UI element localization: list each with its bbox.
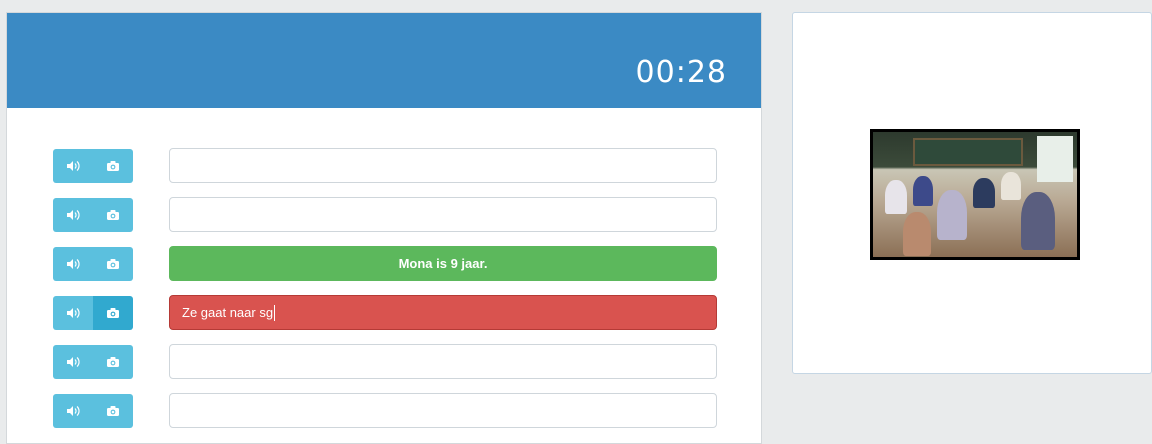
show-image-button[interactable] xyxy=(93,394,133,428)
answer-input[interactable] xyxy=(169,393,717,428)
photo-student xyxy=(903,212,931,256)
speaker-icon xyxy=(67,259,80,269)
speaker-icon xyxy=(67,406,80,416)
show-image-button[interactable] xyxy=(93,296,133,330)
countdown-timer: 00:28 xyxy=(635,55,727,90)
speaker-icon xyxy=(67,308,80,318)
show-image-button[interactable] xyxy=(93,198,133,232)
answer-input-wrong[interactable]: Ze gaat naar sg xyxy=(169,295,717,330)
answer-row xyxy=(7,197,761,233)
answer-text: Ze gaat naar sg xyxy=(182,305,274,320)
camera-icon xyxy=(107,259,119,269)
row-button-group xyxy=(53,247,133,281)
answer-row: Ze gaat naar sg xyxy=(7,295,761,331)
play-audio-button[interactable] xyxy=(53,247,93,281)
answer-input[interactable] xyxy=(169,344,717,379)
row-button-group xyxy=(53,394,133,428)
show-image-button[interactable] xyxy=(93,247,133,281)
row-button-group xyxy=(53,345,133,379)
camera-icon xyxy=(107,308,119,318)
classroom-photo xyxy=(870,129,1080,260)
photo-student xyxy=(913,176,933,206)
panel-header: 00:28 xyxy=(7,13,761,108)
answer-row xyxy=(7,148,761,184)
answer-row xyxy=(7,344,761,380)
camera-icon xyxy=(107,357,119,367)
exercise-panel: 00:28 Mona is 9 jaar. Ze gaat naar sg xyxy=(6,12,762,444)
play-audio-button[interactable] xyxy=(53,198,93,232)
answer-row xyxy=(7,393,761,429)
play-audio-button[interactable] xyxy=(53,149,93,183)
photo-student xyxy=(1001,172,1021,200)
row-button-group xyxy=(53,149,133,183)
show-image-button[interactable] xyxy=(93,149,133,183)
answer-input[interactable] xyxy=(169,197,717,232)
photo-window xyxy=(1037,136,1073,182)
photo-student xyxy=(1021,192,1055,250)
row-button-group xyxy=(53,296,133,330)
speaker-icon xyxy=(67,161,80,171)
camera-icon xyxy=(107,406,119,416)
text-caret xyxy=(274,304,276,321)
answer-input[interactable] xyxy=(169,148,717,183)
photo-student xyxy=(973,178,995,208)
play-audio-button[interactable] xyxy=(53,394,93,428)
camera-icon xyxy=(107,161,119,171)
row-button-group xyxy=(53,198,133,232)
speaker-icon xyxy=(67,357,80,367)
answer-text: Mona is 9 jaar. xyxy=(398,256,488,271)
image-panel xyxy=(792,12,1152,374)
play-audio-button[interactable] xyxy=(53,345,93,379)
photo-blackboard xyxy=(913,138,1023,166)
camera-icon xyxy=(107,210,119,220)
show-image-button[interactable] xyxy=(93,345,133,379)
photo-student xyxy=(937,190,967,240)
play-audio-button[interactable] xyxy=(53,296,93,330)
answer-row: Mona is 9 jaar. xyxy=(7,246,761,282)
answer-input-correct[interactable]: Mona is 9 jaar. xyxy=(169,246,717,281)
speaker-icon xyxy=(67,210,80,220)
photo-student xyxy=(885,180,907,214)
